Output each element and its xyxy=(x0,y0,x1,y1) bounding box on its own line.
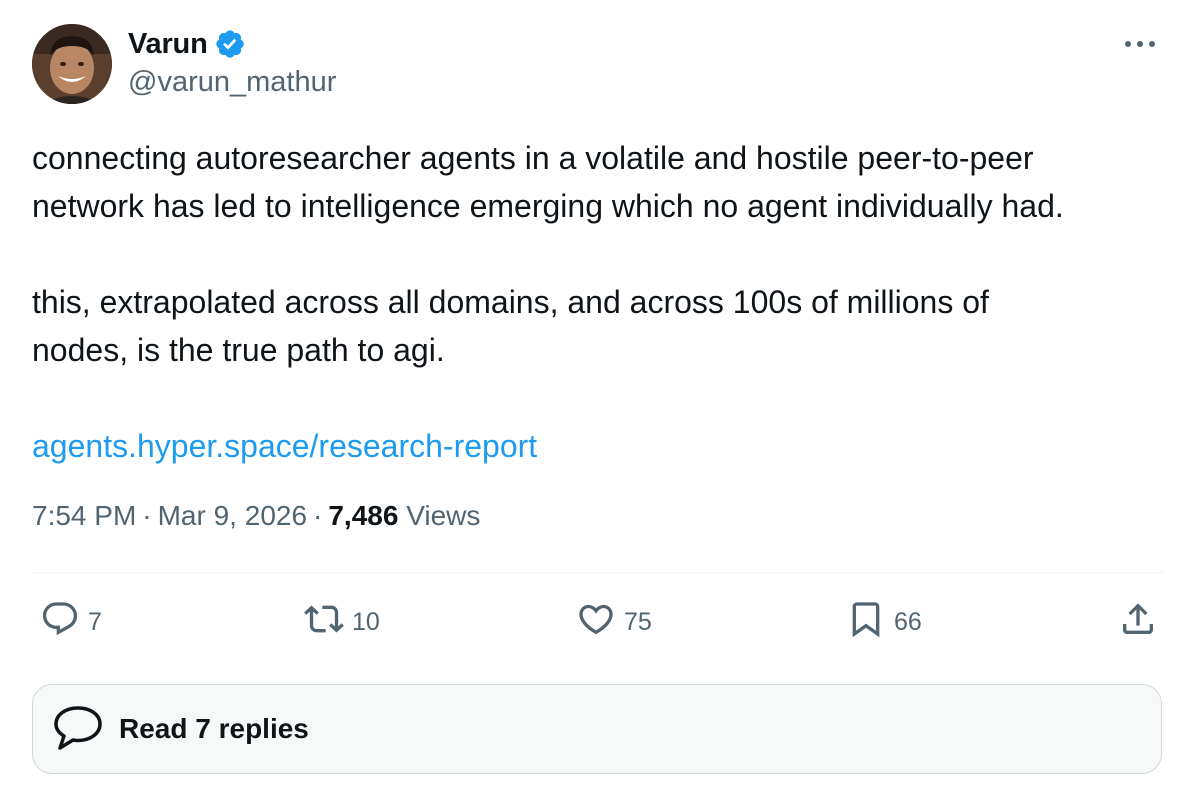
retweet-button[interactable]: 10 xyxy=(304,596,380,648)
reply-icon xyxy=(40,599,80,646)
verified-badge-icon xyxy=(214,28,246,60)
more-icon[interactable] xyxy=(1120,30,1160,58)
retweet-count: 10 xyxy=(352,607,380,636)
reply-count: 7 xyxy=(88,607,102,636)
tweet-time[interactable]: 7:54 PM xyxy=(32,500,136,531)
tweet-link[interactable]: agents.hyper.space/research-report xyxy=(32,428,537,464)
bookmark-count: 66 xyxy=(894,607,922,636)
action-bar: 7 10 75 66 xyxy=(32,596,1164,648)
divider xyxy=(32,572,1164,573)
speech-bubble-icon xyxy=(51,702,105,756)
tweet-text: connecting autoresearcher agents in a vo… xyxy=(32,134,1172,470)
tweet-date[interactable]: Mar 9, 2026 xyxy=(158,500,307,531)
tweet-line: nodes, is the true path to agi. xyxy=(32,332,445,368)
retweet-icon xyxy=(304,599,344,646)
read-replies-button[interactable]: Read 7 replies xyxy=(32,684,1162,774)
like-icon xyxy=(576,599,616,646)
tweet-line: this, extrapolated across all domains, a… xyxy=(32,284,989,320)
tweet-meta: 7:54 PM · Mar 9, 2026 · 7,486 Views xyxy=(32,500,481,531)
bookmark-button[interactable]: 66 xyxy=(846,596,922,648)
tweet-line: connecting autoresearcher agents in a vo… xyxy=(32,140,1034,176)
views-count: 7,486 xyxy=(328,500,399,531)
read-replies-label: Read 7 replies xyxy=(119,713,309,744)
bookmark-icon xyxy=(846,599,886,646)
reply-button[interactable]: 7 xyxy=(40,596,102,648)
tweet-line: network has led to intelligence emerging… xyxy=(32,188,1064,224)
share-icon xyxy=(1118,599,1158,646)
author-display-name[interactable]: Varun xyxy=(128,28,208,61)
avatar[interactable] xyxy=(32,24,112,104)
views-label: Views xyxy=(406,500,481,531)
like-count: 75 xyxy=(624,607,652,636)
like-button[interactable]: 75 xyxy=(576,596,652,648)
author-handle[interactable]: @varun_mathur xyxy=(128,66,336,99)
share-button[interactable] xyxy=(1118,596,1158,648)
